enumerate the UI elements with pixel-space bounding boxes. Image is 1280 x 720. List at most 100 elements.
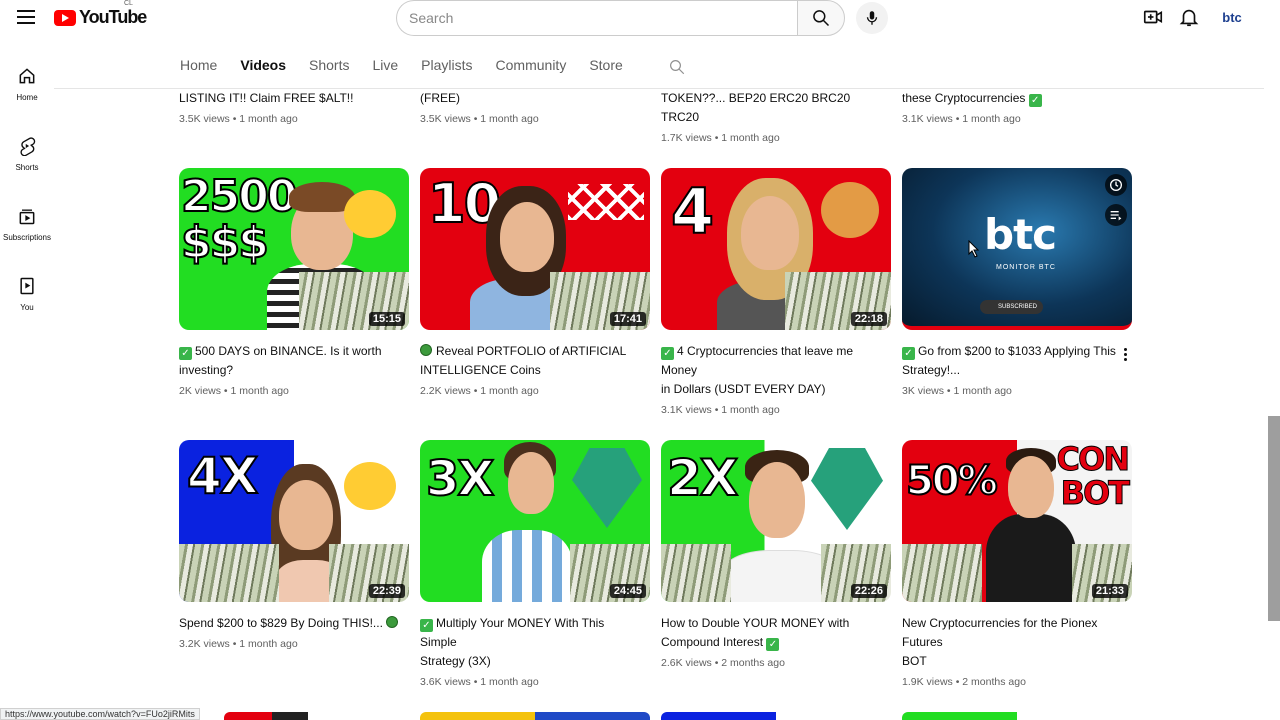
title-line: investing? bbox=[179, 363, 234, 377]
person-suit bbox=[986, 514, 1076, 602]
check-mark-icon: ✓ bbox=[1028, 94, 1042, 107]
video-title[interactable]: LISTING IT!! Claim FREE $ALT!! bbox=[179, 89, 409, 108]
coin-icon bbox=[386, 616, 399, 628]
more-actions-icon[interactable] bbox=[1118, 346, 1132, 364]
video-duration: 15:15 bbox=[368, 312, 405, 326]
tab-shorts[interactable]: Shorts bbox=[309, 57, 349, 77]
search-box[interactable] bbox=[396, 0, 798, 36]
video-thumbnail[interactable]: 50% CON BOT 21:33 bbox=[902, 440, 1132, 602]
video-card: 4X 22:39 Spend $200 to $829 By Doing THI… bbox=[179, 440, 409, 650]
avatar[interactable]: btc bbox=[1218, 6, 1246, 30]
search-input[interactable] bbox=[409, 10, 798, 26]
video-thumbnail[interactable]: 2X 22:26 bbox=[661, 440, 891, 602]
video-meta: 2K views • 1 month ago bbox=[179, 385, 289, 397]
next-row-thumbnail[interactable] bbox=[224, 712, 344, 720]
tab-store[interactable]: Store bbox=[589, 57, 622, 77]
video-title[interactable]: (FREE) bbox=[420, 89, 650, 108]
person-head bbox=[500, 202, 554, 272]
channel-search-icon[interactable] bbox=[668, 58, 686, 76]
sidebar-item-subscriptions[interactable]: Subscriptions bbox=[0, 196, 54, 266]
video-thumbnail[interactable]: 4 22:18 bbox=[661, 168, 891, 330]
youtube-logo[interactable]: YouTube bbox=[54, 7, 147, 28]
cash-pile bbox=[661, 544, 731, 602]
thumbnail-text: btc bbox=[984, 210, 1057, 259]
video-title[interactable]: ✓ 500 DAYS on BINANCE. Is it worth investi… bbox=[179, 342, 399, 380]
search-icon bbox=[813, 10, 830, 27]
video-card: 4 22:18 ✓ 4 Cryptocurrencies that leave m… bbox=[661, 168, 891, 416]
video-title[interactable]: ✓ Multiply Your MONEY With This Simple Str… bbox=[420, 614, 640, 671]
video-duration: 21:33 bbox=[1091, 584, 1128, 598]
subscriptions-icon bbox=[19, 209, 35, 225]
sidebar: Home Shorts Subscriptions You bbox=[0, 56, 54, 336]
tab-playlists[interactable]: Playlists bbox=[421, 57, 472, 77]
tether-logo-icon bbox=[811, 448, 883, 530]
tab-live[interactable]: Live bbox=[372, 57, 398, 77]
sidebar-item-you[interactable]: You bbox=[0, 266, 54, 336]
video-duration: 17:41 bbox=[609, 312, 646, 326]
video-duration: 22:18 bbox=[850, 312, 887, 326]
video-meta: 2.6K views • 2 months ago bbox=[661, 657, 785, 669]
video-title[interactable]: Spend $200 to $829 By Doing THIS!... bbox=[179, 614, 399, 633]
tab-videos[interactable]: Videos bbox=[240, 57, 286, 77]
shorts-icon bbox=[20, 137, 36, 156]
sidebar-item-shorts[interactable]: Shorts bbox=[0, 126, 54, 196]
video-duration: 24:45 bbox=[609, 584, 646, 598]
video-card: btc MONITOR BTC SUBSCRIBED ✓ Go from $200… bbox=[902, 168, 1132, 397]
tab-community[interactable]: Community bbox=[496, 57, 567, 77]
video-thumbnail[interactable]: 4X 22:39 bbox=[179, 440, 409, 602]
scrollbar-thumb[interactable] bbox=[1268, 416, 1280, 621]
video-thumbnail[interactable]: 3X 24:45 bbox=[420, 440, 650, 602]
coin-icon bbox=[420, 344, 432, 356]
title-line: Reveal PORTFOLIO of ARTIFICIAL bbox=[436, 344, 627, 358]
video-title[interactable]: How to Double YOUR MONEY with Compound In… bbox=[661, 614, 881, 652]
title-line: Compound Interest bbox=[661, 635, 764, 649]
title-line: INTELLIGENCE Coins bbox=[420, 363, 541, 377]
title-line: Multiply Your MONEY With This Simple bbox=[420, 616, 605, 649]
video-thumbnail[interactable]: btc MONITOR BTC SUBSCRIBED bbox=[902, 168, 1132, 330]
menu-icon[interactable] bbox=[14, 6, 38, 30]
video-title[interactable]: Reveal PORTFOLIO of ARTIFICIAL INTELLIGEN… bbox=[420, 342, 640, 380]
video-title[interactable]: these Cryptocurrencies ✓ bbox=[902, 89, 1132, 108]
video-title[interactable]: ✓ 4 Cryptocurrencies that leave me Money i… bbox=[661, 342, 881, 399]
title-line: 500 DAYS on BINANCE. Is it worth bbox=[195, 344, 382, 358]
video-thumbnail[interactable]: 10 17:41 bbox=[420, 168, 650, 330]
video-title[interactable]: New Cryptocurrencies for the Pionex Futu… bbox=[902, 614, 1122, 671]
check-mark-icon: ✓ bbox=[661, 347, 674, 360]
video-thumbnail[interactable]: 2500 $$$ 15:15 bbox=[179, 168, 409, 330]
video-duration: 22:26 bbox=[850, 584, 887, 598]
check-mark-icon: ✓ bbox=[766, 638, 780, 651]
create-button[interactable] bbox=[1142, 6, 1166, 30]
next-row-thumbnail[interactable] bbox=[902, 712, 1132, 720]
video-title[interactable]: ✓ Go from $200 to $1033 Applying This Stra… bbox=[902, 342, 1122, 380]
search-button[interactable] bbox=[797, 0, 845, 36]
check-mark-icon: ✓ bbox=[179, 347, 192, 360]
add-to-queue-button[interactable] bbox=[1105, 204, 1127, 226]
person-head bbox=[749, 462, 805, 538]
video-meta: 3.5K views • 1 month ago bbox=[179, 113, 298, 125]
title-line: How to Double YOUR MONEY with bbox=[661, 616, 850, 630]
youtube-play-icon bbox=[54, 9, 76, 26]
notifications-button[interactable] bbox=[1178, 6, 1202, 30]
next-row-thumbnail[interactable] bbox=[661, 712, 891, 720]
bell-icon bbox=[1179, 9, 1199, 27]
country-code: CL bbox=[124, 0, 133, 7]
video-meta: 3K views • 1 month ago bbox=[902, 385, 1012, 397]
video-title[interactable]: TOKEN??... BEP20 ERC20 BRC20 TRC20 bbox=[661, 89, 891, 127]
sidebar-item-label: Shorts bbox=[15, 163, 39, 172]
thumbnail-text: 4X bbox=[186, 447, 259, 505]
person-head bbox=[279, 480, 333, 550]
top-bar: YouTube CL btc bbox=[0, 0, 1280, 36]
next-row-thumbnail[interactable] bbox=[420, 712, 650, 720]
check-mark-icon: ✓ bbox=[902, 347, 915, 360]
voice-search-button[interactable] bbox=[856, 2, 888, 34]
sidebar-item-home[interactable]: Home bbox=[0, 56, 54, 126]
video-meta: 3.6K views • 1 month ago bbox=[420, 676, 539, 688]
video-card: LISTING IT!! Claim FREE $ALT!! 3.5K view… bbox=[179, 89, 409, 125]
video-card: 10 17:41 Reveal PORTFOLIO of ARTIFICIAL I… bbox=[420, 168, 650, 397]
watch-later-button[interactable] bbox=[1105, 174, 1127, 196]
title-line: Strategy (3X) bbox=[420, 654, 491, 668]
cross-marks bbox=[568, 184, 644, 220]
video-meta: 1.7K views • 1 month ago bbox=[661, 132, 780, 144]
tab-home[interactable]: Home bbox=[180, 57, 217, 77]
title-line: Spend $200 to $829 By Doing THIS!... bbox=[179, 616, 383, 630]
